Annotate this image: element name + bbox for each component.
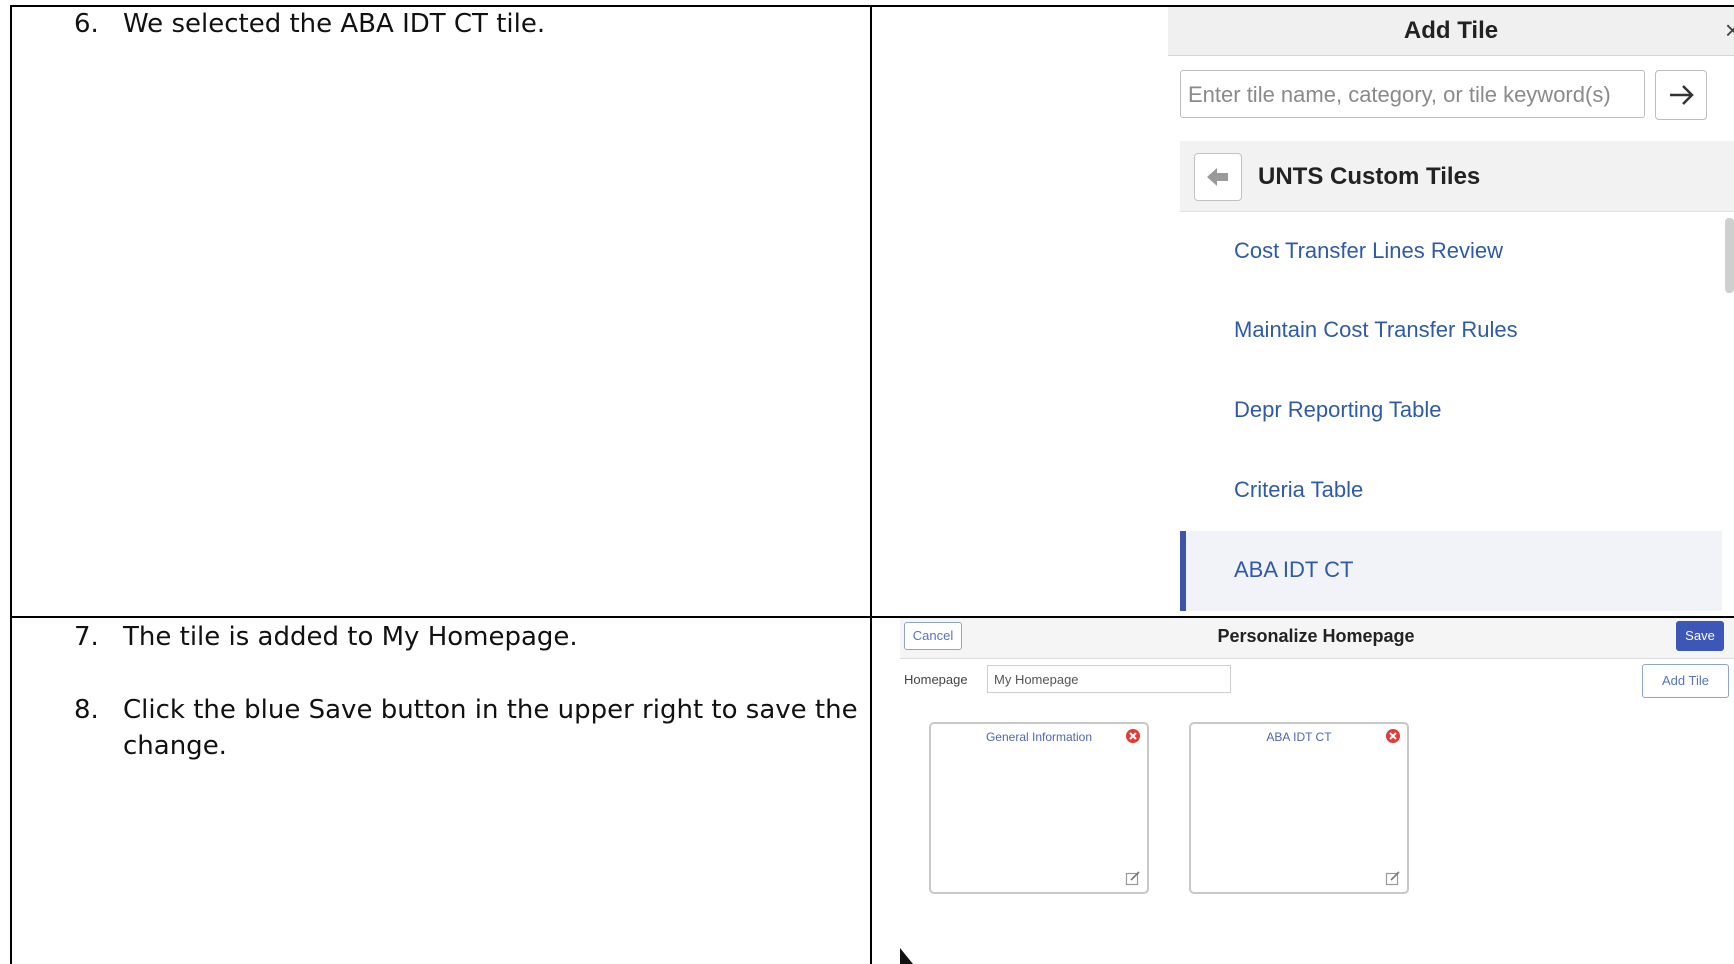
- add-tile-header: Add Tile ×: [1168, 7, 1734, 56]
- remove-circle-icon[interactable]: [1385, 728, 1401, 744]
- step-text-continued: change.: [123, 731, 227, 761]
- homepage-name-input[interactable]: My Homepage: [987, 665, 1231, 693]
- step-text: The tile is added to My Homepage.: [123, 622, 578, 652]
- tile-list-item[interactable]: Cost Transfer Lines Review: [1182, 212, 1722, 292]
- tile-list-item[interactable]: Depr Reporting Table: [1182, 371, 1722, 451]
- tile-list-item-label: Criteria Table: [1234, 477, 1364, 502]
- arrow-right-icon: [1670, 85, 1694, 105]
- step-number: 8.: [74, 695, 99, 725]
- tile-list-item[interactable]: Maintain Cost Transfer Rules: [1182, 291, 1722, 371]
- homepage-label: Homepage: [904, 672, 968, 687]
- tile-title: ABA IDT CT: [1266, 730, 1332, 744]
- personalize-title: Personalize Homepage: [1217, 626, 1415, 646]
- step-number: 7.: [74, 622, 99, 652]
- search-placeholder: Enter tile name, category, or tile keywo…: [1188, 82, 1611, 107]
- tile-list: Cost Transfer Lines Review Maintain Cost…: [1180, 212, 1734, 611]
- list-scrollbar[interactable]: [1725, 218, 1734, 293]
- mouse-cursor-icon: [900, 948, 913, 964]
- save-button[interactable]: Save: [1676, 621, 1724, 651]
- edit-icon[interactable]: [1385, 870, 1401, 886]
- tile-list-item-selected[interactable]: ABA IDT CT: [1180, 531, 1722, 611]
- tile-list-item-label: Depr Reporting Table: [1234, 397, 1442, 422]
- homepage-tile[interactable]: ABA IDT CT: [1189, 722, 1409, 894]
- tile-list-item-label: Cost Transfer Lines Review: [1234, 238, 1503, 263]
- category-title: UNTS Custom Tiles: [1258, 163, 1481, 190]
- tile-title: General Information: [985, 730, 1093, 744]
- edit-icon[interactable]: [1125, 870, 1141, 886]
- close-icon[interactable]: ×: [1725, 15, 1734, 46]
- remove-circle-icon[interactable]: [1125, 728, 1141, 744]
- tile-list-item-label: Maintain Cost Transfer Rules: [1234, 317, 1518, 342]
- arrow-left-icon: [1207, 168, 1228, 186]
- step-number: 6.: [74, 9, 99, 39]
- cancel-button[interactable]: Cancel: [904, 622, 962, 650]
- search-go-button[interactable]: [1655, 70, 1707, 120]
- tile-list-item[interactable]: Criteria Table: [1182, 451, 1722, 531]
- category-header: UNTS Custom Tiles: [1180, 141, 1734, 212]
- selected-indicator: [1180, 531, 1186, 611]
- homepage-tile[interactable]: General Information: [929, 722, 1149, 894]
- add-tile-button[interactable]: Add Tile: [1642, 664, 1729, 698]
- table-left-border: [10, 5, 12, 964]
- step-text: We selected the ABA IDT CT tile.: [123, 9, 546, 39]
- tile-list-item-label: ABA IDT CT: [1234, 557, 1354, 582]
- step-text: Click the blue Save button in the upper …: [123, 695, 858, 725]
- back-button[interactable]: [1194, 153, 1242, 201]
- homepage-name-value: My Homepage: [994, 672, 1079, 687]
- tile-search-input[interactable]: Enter tile name, category, or tile keywo…: [1180, 70, 1645, 118]
- add-tile-title: Add Tile: [1403, 17, 1499, 44]
- table-column-divider: [870, 5, 872, 964]
